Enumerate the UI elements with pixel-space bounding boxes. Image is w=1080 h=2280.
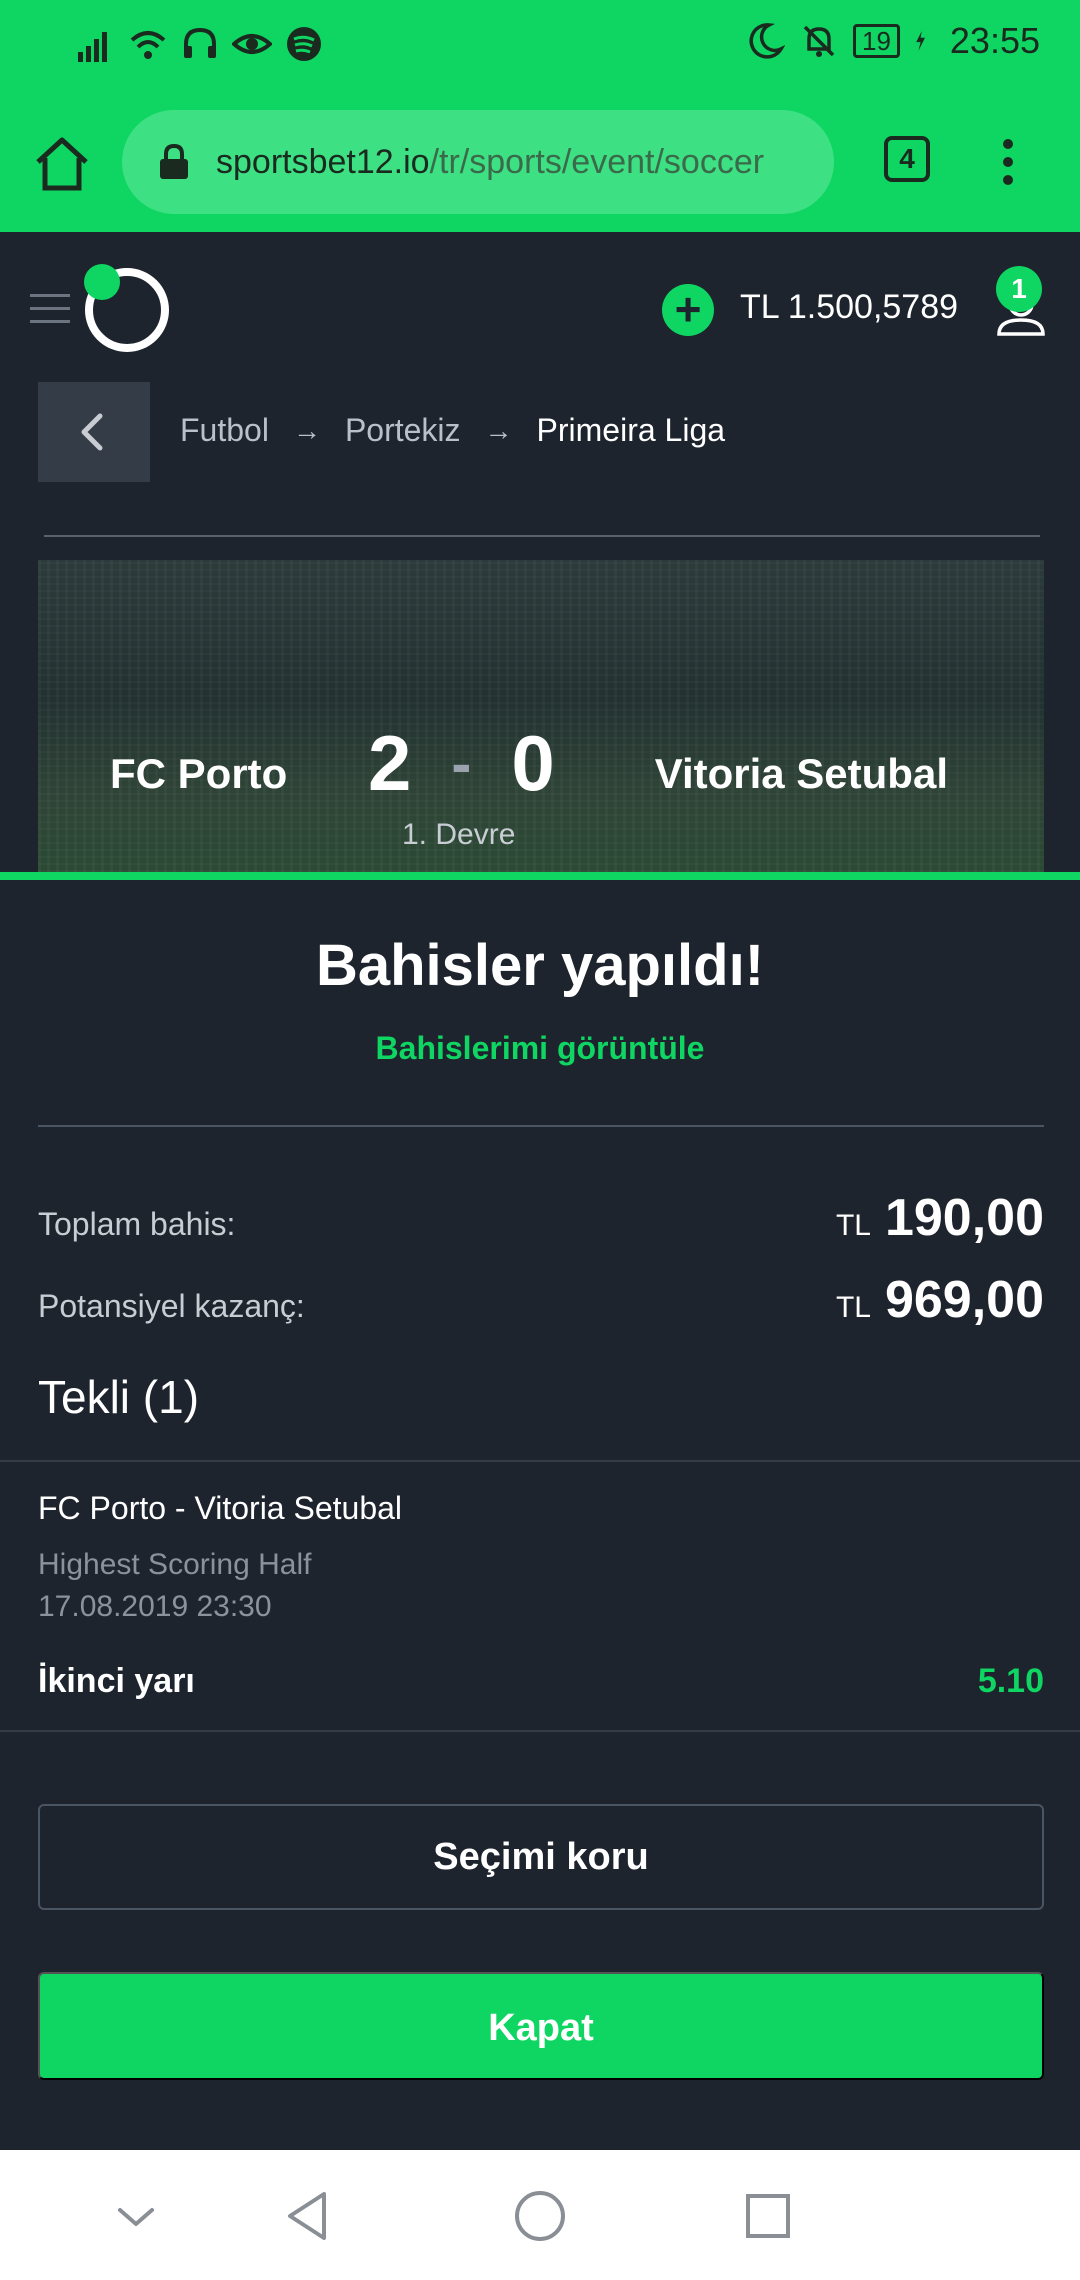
headset-icon	[184, 27, 216, 58]
battery-icon: 19	[852, 24, 900, 58]
singles-section-title: Tekli (1)	[38, 1371, 200, 1423]
status-icons-right: 19 23:55	[745, 20, 1040, 62]
clock: 23:55	[949, 20, 1040, 61]
bet-slip-item: FC Porto - Vitoria Setubal Highest Scori…	[0, 1460, 1080, 1732]
divider	[38, 1125, 1044, 1127]
back-nav-icon[interactable]	[276, 2184, 340, 2248]
notification-badge: 1	[996, 266, 1042, 312]
potential-win-currency: TL	[835, 1291, 871, 1324]
bet-market: Highest Scoring Half	[38, 1548, 312, 1581]
eye-icon	[232, 34, 272, 54]
bet-date: 17.08.2019 23:30	[38, 1590, 272, 1623]
breadcrumb-item-portekiz[interactable]: Portekiz	[345, 412, 461, 449]
breadcrumb-separator: →	[484, 414, 513, 446]
bet-confirmation-sheet: Bahisler yapıldı! Bahislerimi görüntüle …	[0, 872, 1080, 2150]
chevron-left-icon	[81, 413, 103, 451]
more-menu-icon[interactable]	[996, 136, 1020, 188]
total-stake-value: 190,00	[884, 1189, 1044, 1247]
total-stake-label: Toplam bahis:	[38, 1206, 236, 1242]
away-team: Vitoria Setubal	[654, 750, 948, 797]
chevron-down-icon[interactable]	[104, 2184, 168, 2248]
url-path: /tr/sports/event/soccer	[429, 142, 765, 181]
bell-off-icon	[803, 25, 835, 57]
divider	[44, 535, 1040, 537]
view-my-bets-link[interactable]: Bahislerimi görüntüle	[0, 1030, 1080, 1067]
match-period: 1. Devre	[402, 818, 516, 851]
site-header: + TL 1.500,5789 1	[0, 232, 1080, 382]
total-stake-row: Toplam bahis: TL 190,00	[38, 1188, 1044, 1248]
potential-win-label: Potansiyel kazanç:	[38, 1288, 305, 1324]
charging-icon	[916, 31, 925, 51]
tabs-button[interactable]: 4	[884, 136, 930, 182]
total-stake-amount: TL 190,00	[836, 1188, 1044, 1248]
bet-match: FC Porto - Vitoria Setubal	[38, 1490, 403, 1526]
address-bar[interactable]: sportsbet12.io/tr/sports/event/soccer	[122, 110, 834, 214]
sportsbet-logo[interactable]	[82, 262, 172, 352]
close-button[interactable]: Kapat	[38, 1972, 1044, 2080]
away-score: 0	[511, 719, 555, 807]
deposit-button[interactable]: +	[662, 284, 714, 336]
moon-icon	[749, 23, 785, 59]
wifi-icon	[130, 31, 166, 59]
back-button[interactable]	[38, 382, 150, 482]
bet-odds: 5.10	[977, 1662, 1044, 1700]
potential-win-row: Potansiyel kazanç: TL 969,00	[38, 1270, 1044, 1330]
home-nav-icon[interactable]	[508, 2184, 572, 2248]
url-host: sportsbet12.io	[216, 142, 430, 181]
match-scoreboard: FC Porto 2 - 0 Vitoria Setubal 1. Devre	[38, 560, 1044, 872]
breadcrumb: Futbol → Portekiz → Primeira Liga	[180, 412, 725, 449]
score-separator: -	[451, 730, 472, 797]
keep-selection-button[interactable]: Seçimi koru	[38, 1804, 1044, 1910]
home-team: FC Porto	[110, 750, 288, 797]
score: 2 - 0	[368, 718, 555, 809]
breadcrumb-item-futbol[interactable]: Futbol	[180, 412, 269, 449]
total-stake-currency: TL	[835, 1209, 871, 1242]
browser-toolbar: sportsbet12.io/tr/sports/event/soccer 4	[0, 96, 1080, 232]
spotify-icon	[287, 27, 321, 61]
system-nav-bar	[0, 2150, 1080, 2280]
lock-icon	[160, 143, 188, 179]
potential-win-amount: TL 969,00	[836, 1270, 1044, 1330]
home-icon[interactable]	[30, 132, 94, 196]
status-icons-left	[76, 24, 324, 64]
home-score: 2	[368, 719, 412, 807]
signal-icon	[78, 32, 107, 62]
balance[interactable]: TL 1.500,5789	[740, 288, 958, 327]
status-bar: 19 23:55	[0, 0, 1080, 96]
breadcrumb-separator: →	[292, 414, 321, 446]
confirmation-title: Bahisler yapıldı!	[315, 933, 765, 998]
potential-win-value: 969,00	[884, 1271, 1044, 1329]
bet-selection: İkinci yarı	[38, 1662, 195, 1700]
recents-nav-icon[interactable]	[736, 2184, 800, 2248]
breadcrumb-item-primeira-liga[interactable]: Primeira Liga	[537, 412, 726, 449]
hamburger-menu-icon[interactable]	[30, 292, 70, 326]
